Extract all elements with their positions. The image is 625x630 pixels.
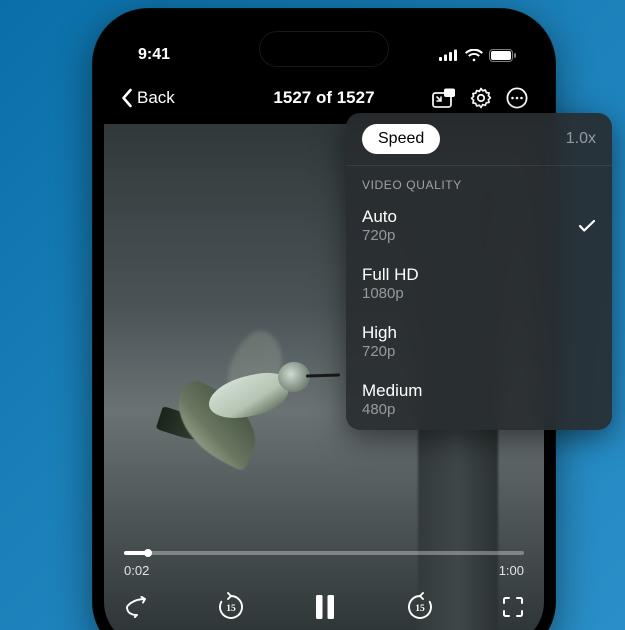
status-time: 9:41 <box>138 46 170 64</box>
skip-forward-button[interactable]: 15 <box>405 592 435 622</box>
svg-text:15: 15 <box>226 604 236 614</box>
quality-sub: 720p <box>362 227 397 246</box>
skip-back-icon: 15 <box>216 592 246 622</box>
skip-back-button[interactable]: 15 <box>216 592 246 622</box>
scrubber[interactable] <box>124 551 524 555</box>
cellular-icon <box>439 49 459 61</box>
skip-forward-icon: 15 <box>405 592 435 622</box>
back-label: Back <box>137 88 175 108</box>
quality-title: Auto <box>362 206 397 227</box>
quality-title: Full HD <box>362 264 419 285</box>
checkmark-icon <box>578 219 596 233</box>
share-button[interactable] <box>124 596 148 618</box>
chevron-left-icon <box>120 88 133 108</box>
quality-item-fullhd[interactable]: Full HD 1080p <box>346 256 612 314</box>
quality-item-high[interactable]: High 720p <box>346 314 612 372</box>
battery-icon <box>489 49 516 62</box>
wifi-icon <box>465 49 483 62</box>
time-duration: 1:00 <box>499 563 524 578</box>
quality-sub: 480p <box>362 401 422 420</box>
video-frame-bird <box>130 354 330 474</box>
pip-button[interactable] <box>432 88 456 108</box>
settings-button[interactable] <box>470 87 492 109</box>
pause-button[interactable] <box>313 594 337 620</box>
fullscreen-button[interactable] <box>502 596 524 618</box>
speed-row[interactable]: Speed 1.0x <box>346 113 612 166</box>
more-button[interactable] <box>506 87 528 109</box>
quality-sub: 720p <box>362 343 397 362</box>
share-icon <box>124 596 148 618</box>
svg-text:15: 15 <box>415 604 425 614</box>
quality-section-label: VIDEO QUALITY <box>346 166 612 198</box>
more-icon <box>506 87 528 109</box>
speed-value: 1.0x <box>566 130 596 148</box>
quality-item-auto[interactable]: Auto 720p <box>346 198 612 256</box>
quality-title: High <box>362 322 397 343</box>
gear-icon <box>470 87 492 109</box>
speed-pill[interactable]: Speed <box>362 124 440 154</box>
quality-item-medium[interactable]: Medium 480p <box>346 372 612 430</box>
pip-icon <box>432 88 456 108</box>
player-controls: 0:02 1:00 15 15 <box>104 551 544 630</box>
settings-popover: Speed 1.0x VIDEO QUALITY Auto 720p Full … <box>346 113 612 430</box>
time-elapsed: 0:02 <box>124 563 149 578</box>
pause-icon <box>313 594 337 620</box>
dynamic-island <box>260 32 388 66</box>
quality-sub: 1080p <box>362 285 419 304</box>
back-button[interactable]: Back <box>120 88 175 108</box>
fullscreen-icon <box>502 596 524 618</box>
quality-title: Medium <box>362 380 422 401</box>
